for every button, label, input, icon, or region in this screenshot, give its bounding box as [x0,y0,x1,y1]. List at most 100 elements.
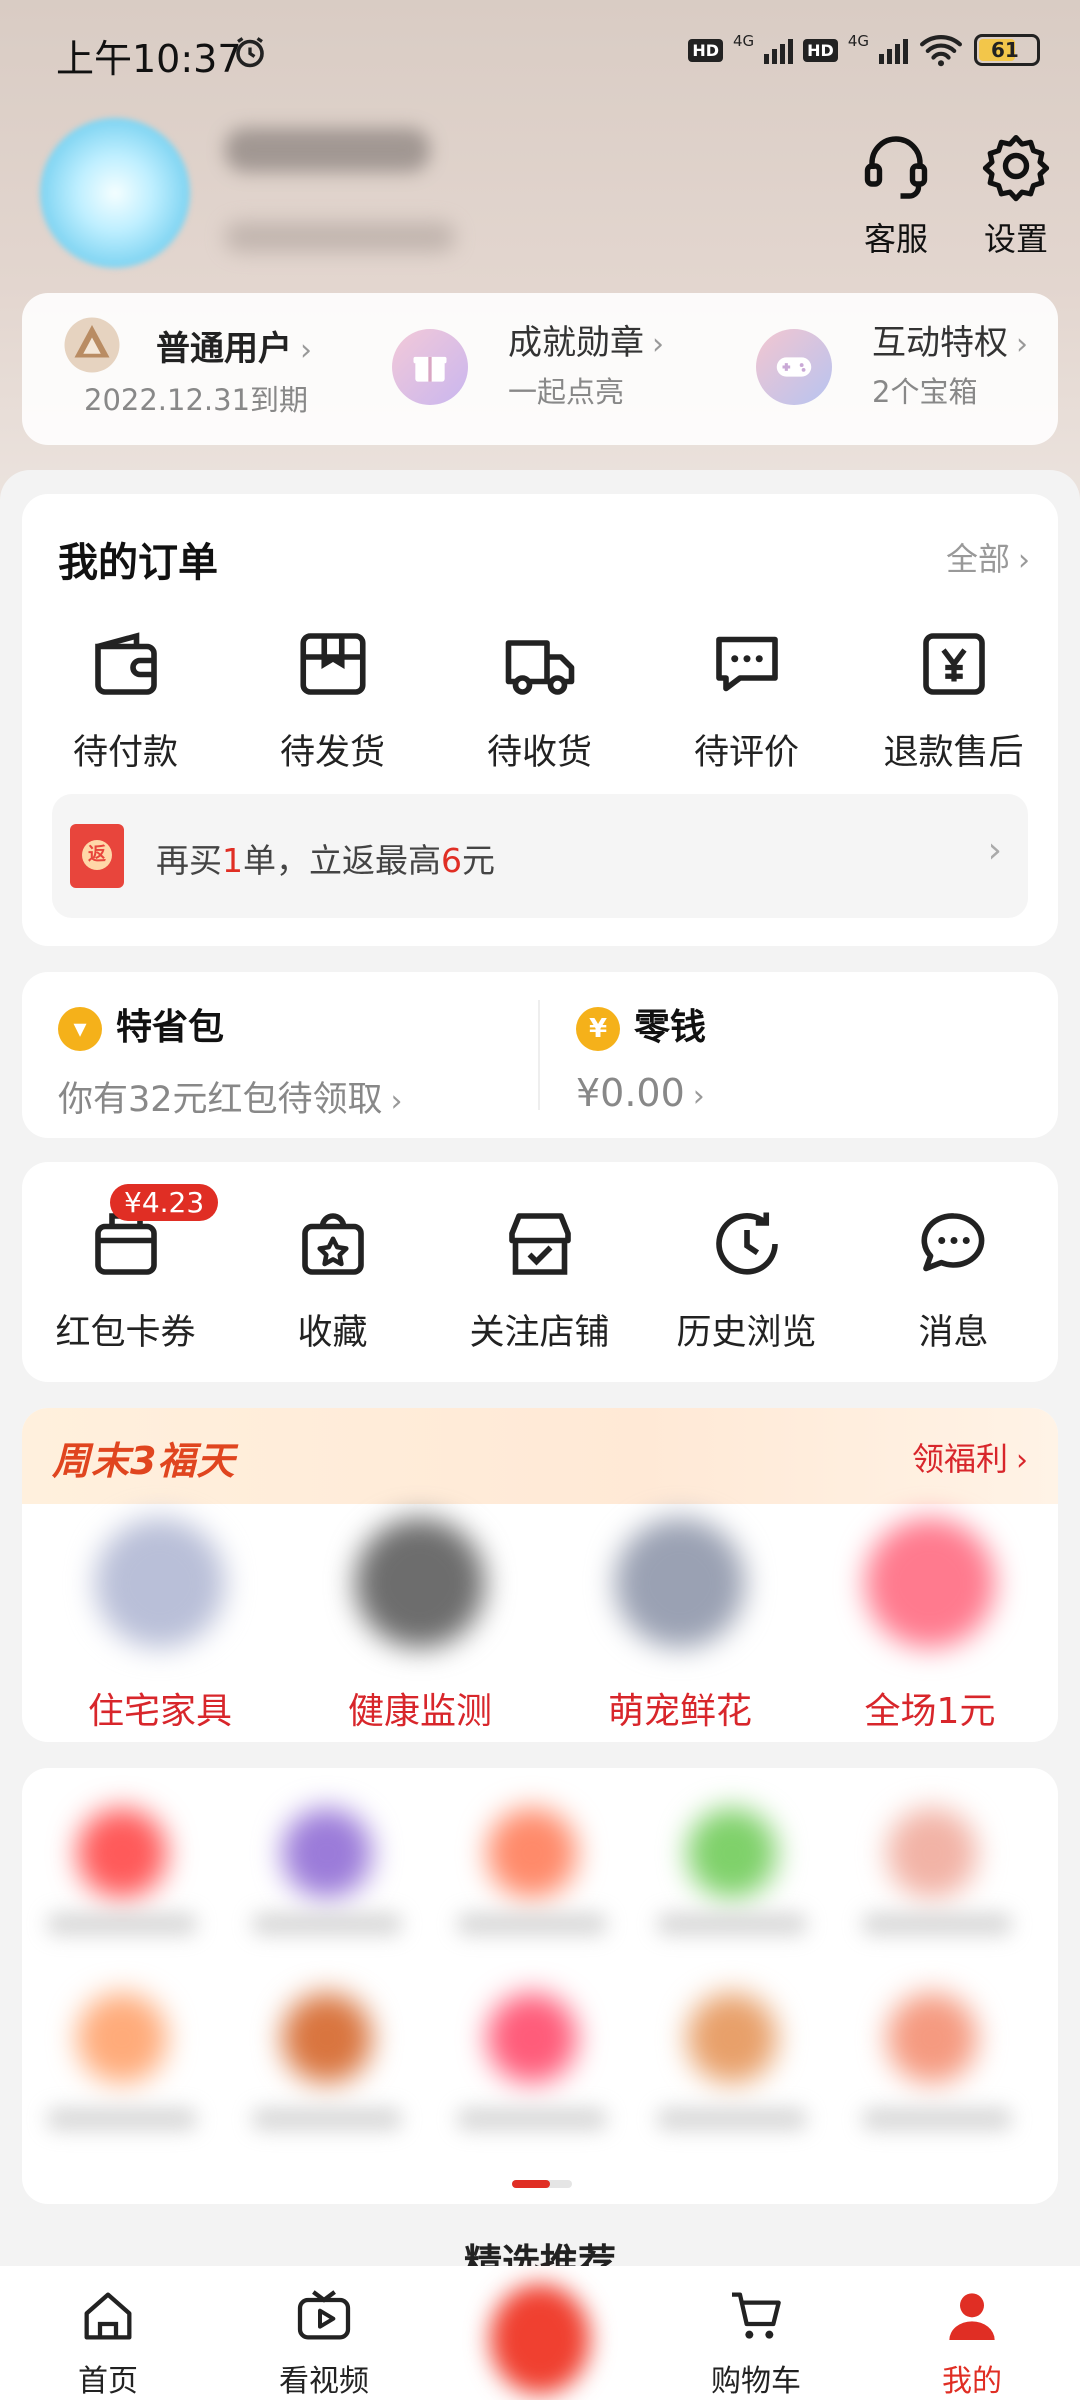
interactive-privileges[interactable]: 互动特权 › 2个宝箱 [756,293,1056,445]
battery-icon: 61 [974,34,1040,66]
achievement-medals[interactable]: 成就勋章 › 一起点亮 [392,293,692,445]
shortcut-icon-blurred[interactable] [77,1808,167,1898]
alarm-icon [236,37,264,68]
welfare-item[interactable]: 健康监测 [300,1508,540,1734]
nav-label: 看视频 [279,2364,369,2399]
chevron-right-icon: › [987,830,1002,871]
savings-coin-icon: ▾ [58,1007,102,1051]
battery-level: 61 [991,38,1019,62]
chevron-right-icon: › [1016,327,1028,362]
order-refund-aftersale[interactable]: 退款售后 [850,622,1057,775]
settings-button[interactable]: 设置 [966,130,1066,260]
weekend-welfare-card: 周末3福天 领福利 › 住宅家具 健康监测 萌宠鲜花 全场1元 [22,1408,1058,1742]
chevron-right-icon: › [652,327,664,362]
gear-icon [982,134,1050,202]
chevron-right-icon: › [1018,543,1030,578]
order-pending-review[interactable]: 待评价 [643,622,850,775]
product-image-blurred [615,1518,745,1648]
nav-label: 我的 [942,2364,1002,2399]
shortcut-label-blurred [252,1913,402,1935]
status-indicators: HD 4G HD 4G 61 [688,30,1040,70]
shortcut-icon-blurred[interactable] [282,1993,372,2083]
messages-button[interactable]: 消息 [850,1202,1057,1355]
chevron-right-icon: › [1016,1443,1028,1478]
gift-icon [392,329,468,405]
membership-level[interactable]: 普通用户 › 2022.12.31到期 [48,293,368,445]
followed-stores-button[interactable]: 关注店铺 [436,1202,643,1355]
favorite-bag-icon [301,1213,364,1275]
user-subtitle-blurred [225,222,455,252]
tool-label: 红包卡券 [55,1313,196,1353]
nav-cart[interactable]: 购物车 [648,2266,864,2400]
medal-subtitle: 一起点亮 [508,375,625,409]
username-blurred[interactable] [225,128,430,172]
headset-icon [864,136,928,199]
shortcut-icon-blurred[interactable] [487,1808,577,1898]
order-pending-receipt[interactable]: 待收货 [436,622,643,775]
wallet-card: ▾ 特省包 你有32元红包待领取 › ¥ 零钱 ¥0.00 › [22,972,1058,1138]
bottom-navigation: 首页 看视频 购物车 我的 [0,2266,1080,2400]
welfare-title: 周末3福天 [52,1439,236,1483]
change-title: 零钱 [634,1007,707,1048]
get-welfare-link[interactable]: 领福利 › [912,1434,1028,1480]
shortcut-icon-blurred[interactable] [282,1808,372,1898]
savings-title: 特省包 [116,1007,225,1048]
gamepad-icon [756,329,832,405]
nav-video[interactable]: 看视频 [216,2266,432,2400]
red-packet-icon: 返 [70,824,124,888]
shortcut-label-blurred [657,1913,807,1935]
shortcut-icon-blurred[interactable] [887,1993,977,2083]
welfare-item-label: 健康监测 [347,1691,492,1732]
shortcut-icon-blurred[interactable] [687,1993,777,2083]
history-button[interactable]: 历史浏览 [643,1202,850,1355]
signal-icon [764,36,794,64]
message-icon [921,1213,984,1272]
welfare-item-label: 全场1元 [864,1691,996,1732]
welfare-item[interactable]: 住宅家具 [40,1508,280,1734]
tool-label: 收藏 [297,1313,368,1353]
member-badge-icon [64,317,120,373]
settings-label: 设置 [983,220,1048,258]
coupons-button[interactable]: 红包卡券 [22,1202,229,1355]
cashback-promo-bar[interactable]: 返 再买1单，立返最高6元 › [52,794,1028,918]
package-icon [299,633,366,695]
order-pending-shipment[interactable]: 待发货 [229,622,436,775]
chevron-right-icon: › [390,1084,403,1119]
product-image-blurred [95,1518,225,1648]
shortcut-label-blurred [47,2108,197,2130]
nav-center-promo[interactable] [432,2266,648,2400]
favorites-button[interactable]: 收藏 [229,1202,436,1355]
order-label: 待收货 [486,733,592,773]
store-icon [508,1213,571,1275]
center-promo-icon [490,2284,590,2394]
product-image-blurred [355,1518,485,1648]
welfare-item[interactable]: 全场1元 [810,1508,1050,1734]
product-image-blurred [865,1518,995,1648]
comment-icon [715,636,778,692]
yuan-coin-icon: ¥ [576,1007,620,1051]
order-pending-payment[interactable]: 待付款 [22,622,229,775]
shortcut-icon-blurred[interactable] [77,1993,167,2083]
savings-pack[interactable]: ▾ 特省包 你有32元红包待领取 › [58,998,528,1122]
wallet-icon [94,632,157,695]
all-orders-link[interactable]: 全部 › [946,534,1030,580]
shortcut-icon-blurred[interactable] [887,1808,977,1898]
nav-mine[interactable]: 我的 [864,2266,1080,2400]
shortcut-label-blurred [457,1913,607,1935]
coupon-amount-badge: ¥4.23 [110,1184,219,1221]
change-balance[interactable]: ¥ 零钱 ¥0.00 › [576,998,1026,1115]
customer-service-button[interactable]: 客服 [846,130,946,260]
customer-service-label: 客服 [863,220,928,258]
nav-home[interactable]: 首页 [0,2266,216,2400]
shortcut-icon-blurred[interactable] [487,1993,577,2083]
cashback-promo-text: 再买1单，立返最高6元 [156,841,495,880]
divider [538,1000,540,1110]
shortcut-icon-blurred[interactable] [687,1808,777,1898]
privilege-subtitle: 2个宝箱 [872,375,978,409]
hd-badge: HD [803,38,838,62]
welfare-item[interactable]: 萌宠鲜花 [560,1508,800,1734]
history-icon [715,1212,778,1275]
change-value: ¥0.00 [576,1071,685,1115]
status-time: 上午10:37 [56,37,242,81]
avatar[interactable] [40,118,190,268]
